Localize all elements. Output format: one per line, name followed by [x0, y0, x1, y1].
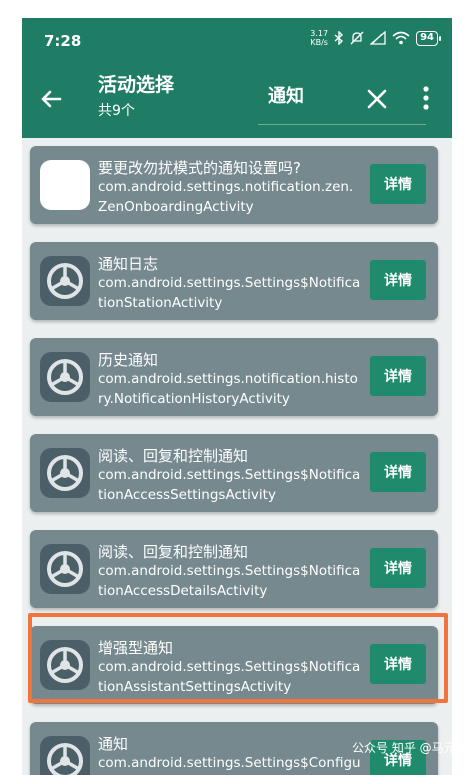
detail-button[interactable]: 详情 — [370, 260, 426, 300]
app-bar: 活动选择 共9个 通知 — [22, 60, 452, 138]
item-title: 历史通知 — [98, 351, 159, 369]
item-activity-name: com.android.settings.Settings$Notificati… — [98, 563, 361, 599]
settings-gear-icon — [40, 448, 90, 498]
settings-gear-icon — [40, 352, 90, 402]
search-input[interactable]: 通知 — [268, 82, 304, 108]
detail-button[interactable]: 详情 — [370, 164, 426, 204]
more-options-icon[interactable] — [420, 82, 432, 114]
detail-button[interactable]: 详情 — [370, 356, 426, 396]
settings-gear-icon — [40, 736, 90, 775]
blank-app-icon — [40, 160, 90, 210]
status-bar: 7:28 3.17 KB/s 94 — [22, 18, 452, 60]
detail-button[interactable]: 详情 — [370, 452, 426, 492]
network-speed-unit: KB/s — [310, 38, 328, 47]
item-activity-name: com.android.settings.notification.zen.Ze… — [98, 179, 354, 215]
search-underline — [258, 124, 426, 125]
network-speed: 3.17 KB/s — [310, 29, 328, 47]
wifi-icon — [392, 31, 410, 45]
bluetooth-icon — [334, 31, 344, 45]
list-item[interactable]: 历史通知 com.android.settings.notification.h… — [30, 338, 438, 416]
highlight-box — [28, 613, 448, 703]
battery-indicator: 94 — [416, 30, 441, 46]
watermark: 公众号 知乎 @马元鹏 — [352, 741, 452, 755]
settings-gear-icon — [40, 544, 90, 594]
item-title: 阅读、回复和控制通知 — [98, 543, 249, 561]
network-speed-value: 3.17 — [310, 29, 329, 38]
mute-bell-icon — [350, 31, 364, 45]
list-item[interactable]: 阅读、回复和控制通知 com.android.settings.Settings… — [30, 530, 438, 608]
item-activity-name: com.android.settings.Settings$Notificati… — [98, 275, 361, 311]
status-time: 7:28 — [44, 32, 82, 50]
item-title: 通知日志 — [98, 255, 159, 273]
item-title: 通知 — [98, 735, 129, 753]
list-item[interactable]: 通知日志 com.android.settings.Settings$Notif… — [30, 242, 438, 320]
item-activity-name: com.android.settings.Settings$ConfigureN… — [98, 755, 361, 771]
clear-search-icon[interactable] — [364, 86, 390, 112]
back-arrow-icon[interactable] — [36, 84, 66, 114]
status-icons: 3.17 KB/s 94 — [310, 29, 441, 47]
settings-gear-icon — [40, 256, 90, 306]
list-item[interactable]: 要更改勿扰模式的通知设置吗? com.android.settings.noti… — [30, 146, 438, 224]
detail-button[interactable]: 详情 — [370, 548, 426, 588]
item-title: 要更改勿扰模式的通知设置吗? — [98, 159, 301, 177]
list-item[interactable]: 阅读、回复和控制通知 com.android.settings.Settings… — [30, 434, 438, 512]
item-title: 阅读、回复和控制通知 — [98, 447, 249, 465]
item-activity-name: com.android.settings.Settings$Notificati… — [98, 467, 361, 503]
page-title: 活动选择 — [98, 74, 175, 96]
phone-screen: 7:28 3.17 KB/s 94 活动选择 共9个 通知 要更改勿扰模式的通知… — [22, 18, 452, 775]
item-count: 共9个 — [98, 103, 135, 119]
item-activity-name: com.android.settings.notification.histor… — [98, 371, 358, 407]
signal-icon — [370, 31, 386, 45]
